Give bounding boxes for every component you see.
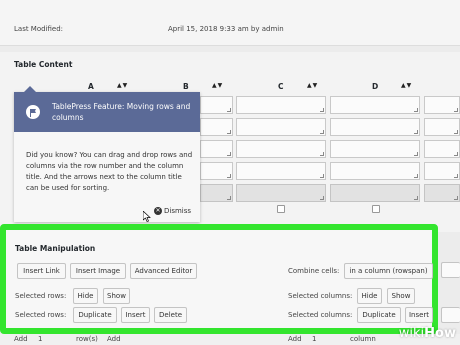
last-modified-value: April 15, 2018 9:33 am by admin: [168, 25, 284, 33]
feature-popup: TablePress Feature: Moving rows and colu…: [14, 86, 200, 222]
column-select-checkbox[interactable]: [372, 205, 380, 213]
add-rows-bar: Add 1 row(s) Add Add 1 column: [0, 334, 460, 345]
table-cell[interactable]: [424, 118, 460, 136]
flag-icon: [26, 105, 40, 119]
watermark-how: How: [424, 326, 456, 341]
show-columns-button[interactable]: Show: [387, 288, 415, 304]
add-columns-input[interactable]: 1: [312, 335, 316, 343]
rows-suffix: row(s): [76, 335, 98, 343]
combine-cells-button[interactable]: in a column (rowspan): [344, 263, 433, 279]
sort-arrows-icon[interactable]: ▲▼: [117, 82, 128, 89]
watermark-wiki: wiki: [398, 326, 425, 341]
table-cell[interactable]: [200, 184, 233, 202]
sort-arrows-icon[interactable]: ▲▼: [307, 82, 318, 89]
table-cell[interactable]: [330, 184, 420, 202]
hide-rows-button[interactable]: Hide: [73, 288, 98, 304]
insert-rows-button[interactable]: Insert: [121, 307, 150, 323]
delete-rows-button[interactable]: Delete: [154, 307, 187, 323]
add-rows-input[interactable]: 1: [38, 335, 42, 343]
table-cell[interactable]: [200, 140, 233, 158]
column-header-d[interactable]: D: [372, 82, 378, 91]
table-cell[interactable]: [424, 162, 460, 180]
insert-image-button[interactable]: Insert Image: [70, 263, 126, 279]
selected-columns-label: Selected columns:: [288, 292, 353, 300]
table-content-heading: Table Content: [14, 60, 73, 69]
table-cell[interactable]: [330, 96, 420, 114]
table-cell[interactable]: [200, 118, 233, 136]
insert-link-button[interactable]: Insert Link: [17, 263, 66, 279]
columns-suffix: column: [350, 335, 376, 343]
add-label: Add: [288, 335, 302, 343]
wikihow-watermark: wikiHow: [399, 326, 456, 341]
table-cell[interactable]: [236, 118, 326, 136]
table-cell[interactable]: [236, 140, 326, 158]
last-modified-label: Last Modified:: [14, 25, 64, 33]
hide-columns-button[interactable]: Hide: [357, 288, 382, 304]
table-manipulation-heading: Table Manipulation: [15, 244, 96, 253]
selected-rows-label: Selected rows:: [15, 292, 67, 300]
table-cell[interactable]: [424, 184, 460, 202]
dismiss-link[interactable]: Dismiss: [164, 207, 191, 215]
table-cell[interactable]: [236, 184, 326, 202]
partial-button[interactable]: [441, 307, 460, 323]
popup-title: TablePress Feature: Moving rows and colu…: [52, 102, 191, 122]
table-cell[interactable]: [200, 96, 233, 114]
table-cell[interactable]: [200, 162, 233, 180]
column-header-a[interactable]: A: [88, 82, 94, 91]
popup-body: Did you know? You can drag and drop rows…: [26, 151, 193, 192]
sort-arrows-icon[interactable]: ▲▼: [401, 82, 412, 89]
selected-rows-label: Selected rows:: [15, 311, 67, 319]
table-cell[interactable]: [236, 96, 326, 114]
duplicate-rows-button[interactable]: Duplicate: [73, 307, 117, 323]
partial-button[interactable]: [441, 262, 460, 278]
table-cell[interactable]: [236, 162, 326, 180]
table-cell[interactable]: [330, 118, 420, 136]
add-rows-button[interactable]: Add: [107, 335, 121, 343]
insert-columns-button[interactable]: Insert: [405, 307, 433, 323]
show-rows-button[interactable]: Show: [103, 288, 130, 304]
table-cell[interactable]: [330, 140, 420, 158]
duplicate-columns-button[interactable]: Duplicate: [357, 307, 401, 323]
add-label: Add: [14, 335, 28, 343]
advanced-editor-button[interactable]: Advanced Editor: [130, 263, 197, 279]
combine-cells-label: Combine cells:: [288, 267, 340, 275]
selected-columns-label: Selected columns:: [288, 311, 353, 319]
sort-arrows-icon[interactable]: ▲▼: [212, 82, 223, 89]
mouse-cursor-icon: [143, 211, 151, 222]
table-cell[interactable]: [330, 162, 420, 180]
column-header-b[interactable]: B: [183, 82, 189, 91]
table-cell[interactable]: [424, 96, 460, 114]
close-icon[interactable]: ✕: [154, 207, 162, 215]
popup-header: TablePress Feature: Moving rows and colu…: [14, 92, 200, 132]
table-cell[interactable]: [424, 140, 460, 158]
column-header-c[interactable]: C: [278, 82, 284, 91]
table-manipulation-panel: Table Manipulation Insert Link Insert Im…: [0, 224, 438, 334]
column-select-checkbox[interactable]: [277, 205, 285, 213]
meta-panel: Last Modified: April 15, 2018 9:33 am by…: [0, 0, 460, 46]
